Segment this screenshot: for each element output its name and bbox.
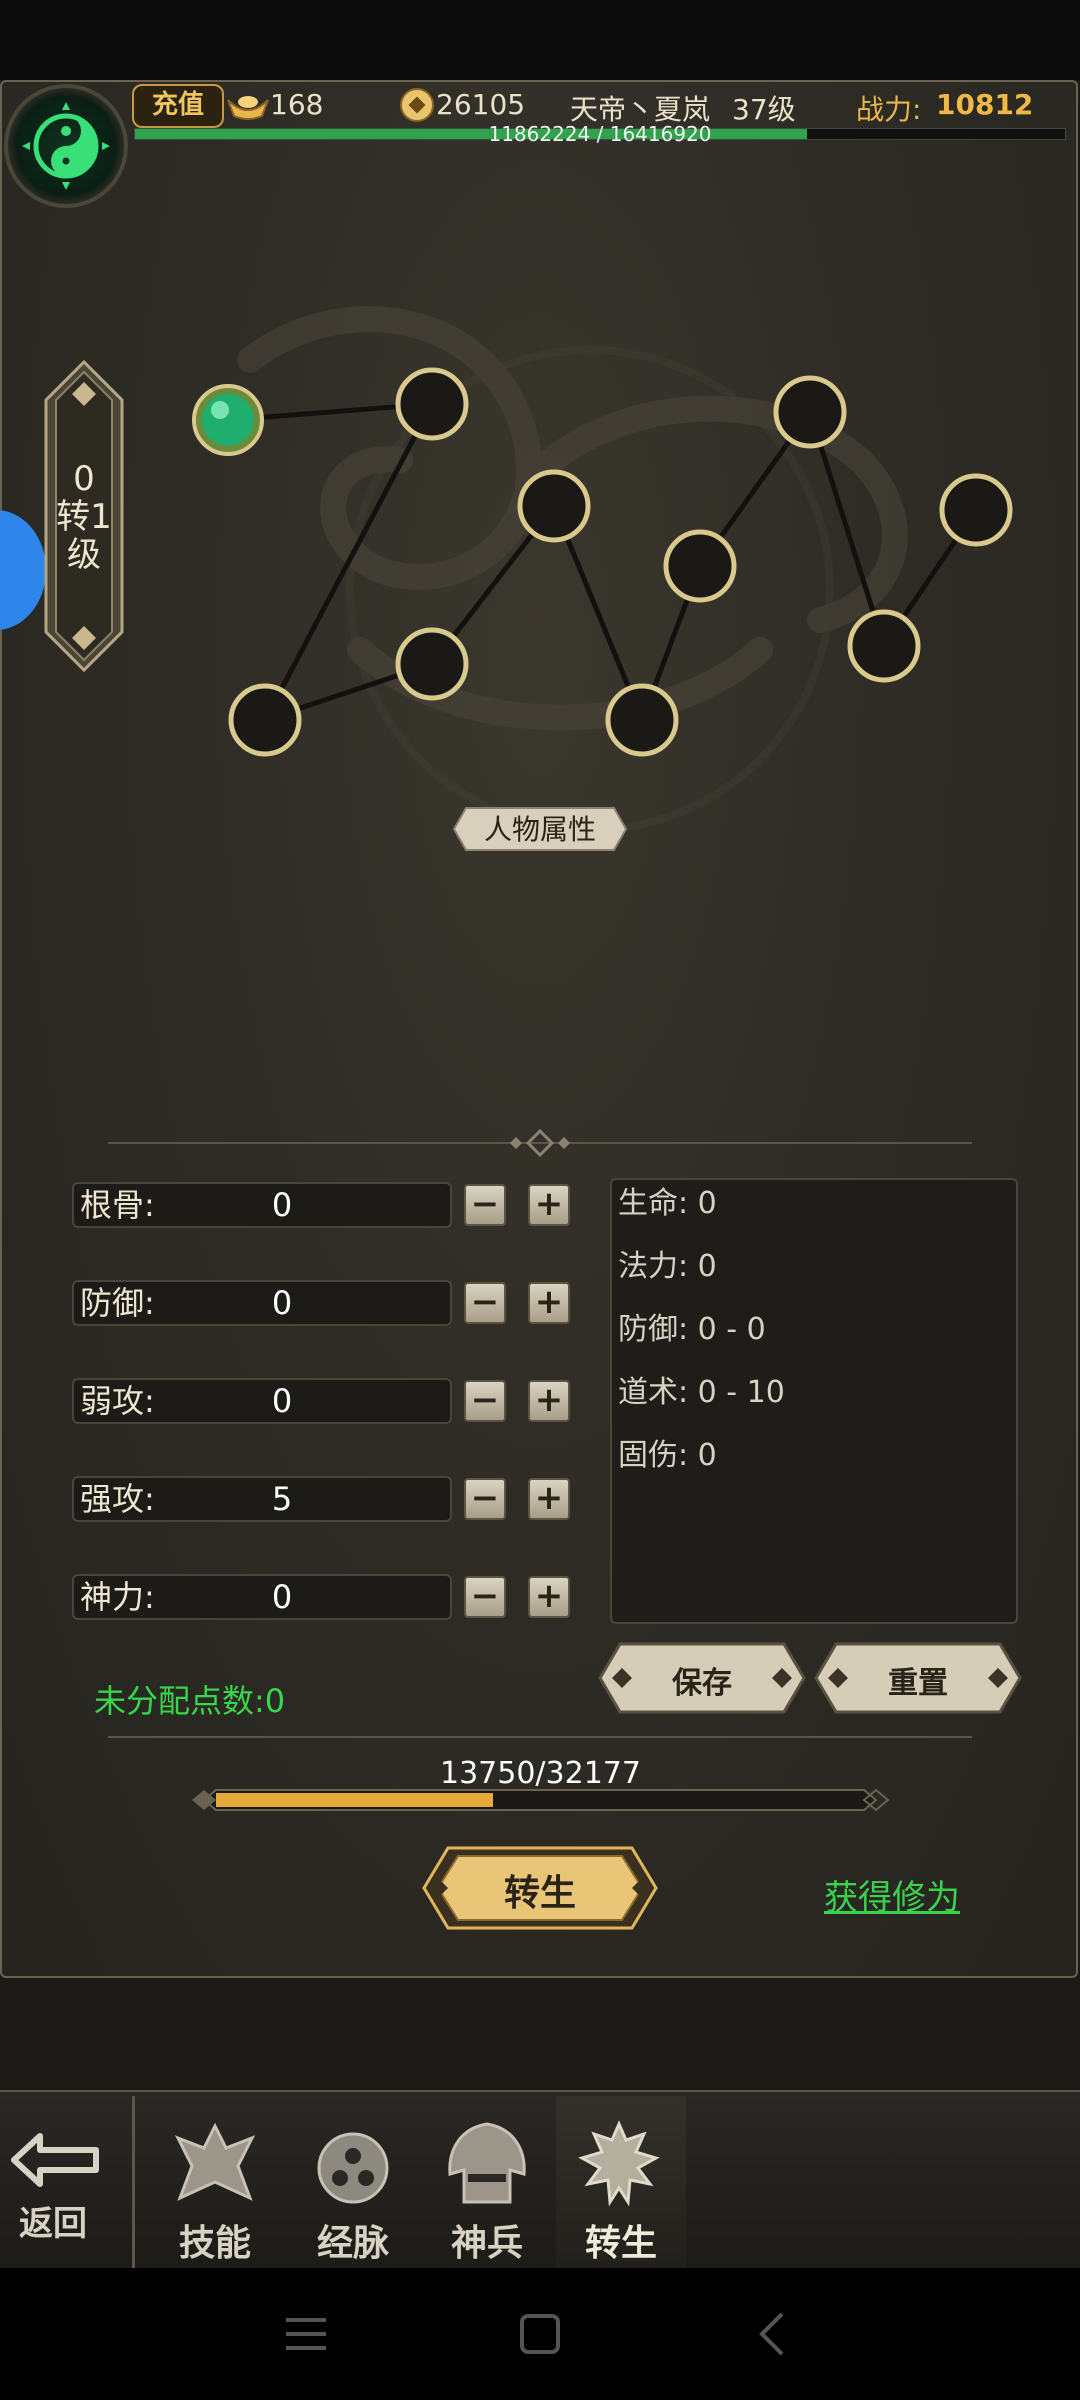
weak-attack-minus-button[interactable]: − bbox=[464, 1380, 506, 1422]
node-locked bbox=[663, 529, 737, 603]
cultivation-progress-fill bbox=[216, 1793, 493, 1807]
divine-weapon-tab-icon bbox=[448, 2122, 526, 2204]
cultivation-progress-bar bbox=[192, 1788, 890, 1812]
save-button[interactable]: 保存 bbox=[596, 1658, 808, 1702]
node-locked bbox=[228, 683, 302, 757]
tab-skill[interactable]: 技能 bbox=[160, 2214, 270, 2266]
strong-attack-plus-button[interactable]: + bbox=[528, 1478, 570, 1520]
divider-bottom bbox=[108, 1736, 972, 1738]
node-locked bbox=[939, 473, 1013, 547]
strong-attack-minus-button[interactable]: − bbox=[464, 1478, 506, 1520]
home-nav-icon[interactable] bbox=[518, 2312, 562, 2356]
divine-power-plus-button[interactable]: + bbox=[528, 1576, 570, 1618]
stat-value-weak-attack: 0 bbox=[271, 1382, 293, 1420]
node-locked bbox=[395, 627, 469, 701]
derived-hp: 生命: 0 bbox=[618, 1186, 717, 1221]
get-xiuwei-link[interactable]: 获得修为 bbox=[824, 1870, 960, 1919]
stat-label-gengu: 根骨: bbox=[80, 1186, 155, 1224]
stat-label-strong-attack: 强攻: bbox=[80, 1480, 155, 1518]
meridian-tab-icon bbox=[317, 2132, 389, 2204]
stat-value-gengu: 0 bbox=[271, 1186, 293, 1224]
back-button[interactable]: 返回 bbox=[0, 2196, 106, 2245]
weak-attack-plus-button[interactable]: + bbox=[528, 1380, 570, 1422]
divider-ornament bbox=[510, 1128, 570, 1158]
rebirth-button[interactable]: 转生 bbox=[420, 1864, 660, 1916]
derived-taoism: 道术: 0 - 10 bbox=[618, 1375, 785, 1410]
defense-plus-button[interactable]: + bbox=[528, 1282, 570, 1324]
derived-defense: 防御: 0 - 0 bbox=[618, 1312, 766, 1347]
node-locked bbox=[517, 469, 591, 543]
gengu-plus-button[interactable]: + bbox=[528, 1184, 570, 1226]
derived-fixed-damage: 固伤: 0 bbox=[618, 1438, 717, 1473]
tab-divine-weapon[interactable]: 神兵 bbox=[432, 2214, 542, 2266]
back-arrow-icon bbox=[11, 2133, 99, 2187]
stat-label-divine-power: 神力: bbox=[80, 1578, 155, 1616]
skill-tab-icon bbox=[174, 2122, 256, 2201]
defense-minus-button[interactable]: − bbox=[464, 1282, 506, 1324]
node-locked bbox=[847, 609, 921, 683]
node-locked bbox=[605, 683, 679, 757]
meridian-node-graph bbox=[192, 367, 1013, 757]
divine-power-minus-button[interactable]: − bbox=[464, 1576, 506, 1618]
stat-label-weak-attack: 弱攻: bbox=[80, 1382, 155, 1420]
reset-button[interactable]: 重置 bbox=[812, 1658, 1024, 1702]
node-locked bbox=[395, 367, 469, 441]
gengu-minus-button[interactable]: − bbox=[464, 1184, 506, 1226]
node-active-gem bbox=[202, 394, 254, 446]
menu-nav-icon[interactable] bbox=[284, 2314, 328, 2354]
stat-value-divine-power: 0 bbox=[271, 1578, 293, 1616]
attribute-title: 人物属性 bbox=[483, 813, 596, 846]
unassigned-points: 未分配点数:0 bbox=[94, 1682, 286, 1720]
derived-mp: 法力: 0 bbox=[618, 1249, 717, 1284]
node-locked bbox=[773, 375, 847, 449]
rebirth-tab-icon bbox=[578, 2120, 660, 2207]
back-nav-icon[interactable] bbox=[756, 2310, 786, 2358]
tab-rebirth[interactable]: 转生 bbox=[566, 2214, 676, 2266]
stat-label-defense: 防御: bbox=[80, 1284, 155, 1322]
stat-value-strong-attack: 5 bbox=[271, 1480, 293, 1518]
node-link bbox=[807, 411, 887, 647]
stat-value-defense: 0 bbox=[271, 1284, 293, 1322]
dock-separator bbox=[132, 2096, 135, 2268]
tab-meridian[interactable]: 经脉 bbox=[298, 2214, 408, 2266]
